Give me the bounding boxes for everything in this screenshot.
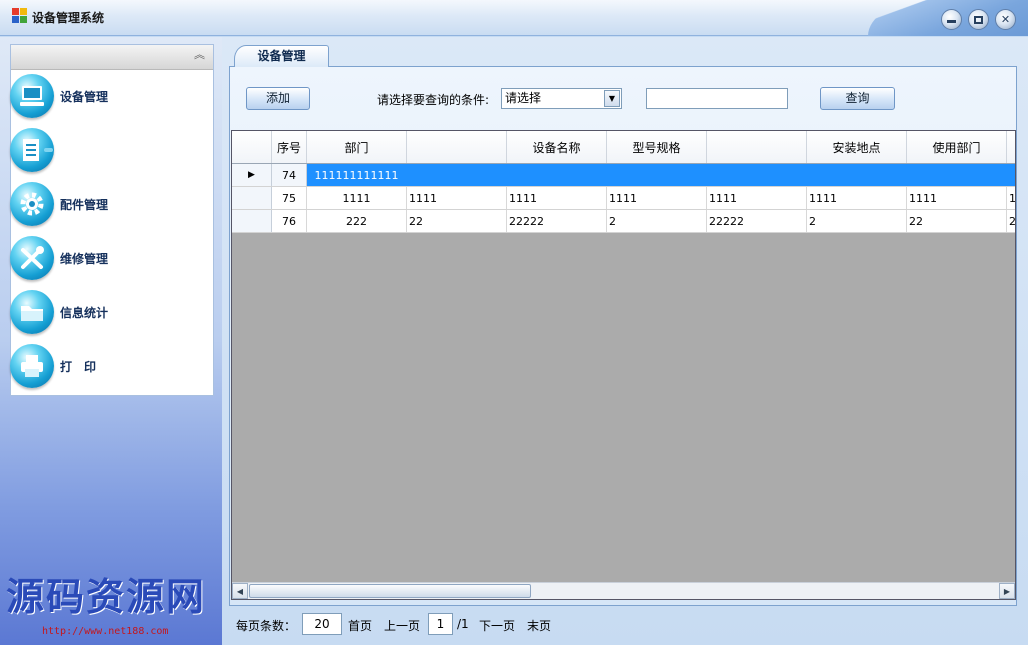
grid-header: 序号 部门 设备名称 型号规格 安装地点 使用部门: [232, 131, 1015, 164]
close-button[interactable]: ✕: [995, 9, 1016, 30]
row-selector-icon[interactable]: ▶: [232, 164, 272, 186]
table-cell[interactable]: [407, 164, 507, 186]
scroll-left-icon[interactable]: ◀: [232, 583, 248, 599]
sidebar-item-label: 设备管理: [60, 89, 109, 104]
prev-page-link[interactable]: 上一页: [384, 617, 420, 634]
table-cell[interactable]: [707, 164, 807, 186]
column-header[interactable]: 安装地点: [807, 131, 907, 163]
sidebar-item-document[interactable]: [10, 126, 200, 174]
scroll-right-icon[interactable]: ▶: [999, 583, 1015, 599]
grid-corner: [232, 131, 272, 163]
table-cell[interactable]: 2: [1007, 210, 1015, 232]
table-cell[interactable]: [807, 164, 907, 186]
table-cell[interactable]: 1111: [507, 187, 607, 209]
sidebar-item-label: 信息统计: [60, 305, 109, 320]
condition-select-value: 请选择: [505, 91, 542, 105]
maximize-icon: [974, 15, 983, 24]
table-cell[interactable]: 1111: [607, 187, 707, 209]
table-cell[interactable]: 1111: [807, 187, 907, 209]
table-row[interactable]: 76 222 22 22222 2 22222 2 22 2: [232, 210, 1015, 233]
last-page-link[interactable]: 末页: [527, 617, 551, 634]
folder-icon: [10, 290, 54, 334]
table-cell[interactable]: 76: [272, 210, 307, 232]
table-cell[interactable]: [1007, 164, 1015, 186]
sidebar-item-parts-management[interactable]: 配件管理: [10, 180, 200, 228]
data-grid[interactable]: 序号 部门 设备名称 型号规格 安装地点 使用部门 ▶ 74 111111111…: [231, 130, 1016, 600]
gear-icon: [10, 182, 54, 226]
column-header[interactable]: [407, 131, 507, 163]
dropdown-arrow-icon[interactable]: ▼: [604, 90, 620, 107]
table-row[interactable]: 75 1111 1111 1111 1111 1111 1111 1111 1: [232, 187, 1015, 210]
scrollbar-thumb[interactable]: [249, 584, 531, 598]
table-cell[interactable]: 1: [1007, 187, 1015, 209]
column-header[interactable]: 序号: [272, 131, 307, 163]
watermark-url: http://www.net188.com: [42, 626, 169, 637]
document-icon: [10, 128, 54, 172]
column-header[interactable]: [707, 131, 807, 163]
next-page-link[interactable]: 下一页: [479, 617, 515, 634]
row-selector[interactable]: [232, 210, 272, 232]
sidebar-item-label: 维修管理: [60, 251, 109, 266]
close-icon: ✕: [1000, 13, 1011, 26]
table-cell[interactable]: 22222: [507, 210, 607, 232]
column-header[interactable]: 部门: [307, 131, 407, 163]
table-cell[interactable]: 22222: [707, 210, 807, 232]
sidebar-item-print[interactable]: 打 印: [10, 342, 200, 390]
horizontal-scrollbar[interactable]: ◀ ▶: [232, 582, 1015, 599]
search-input[interactable]: [646, 88, 788, 109]
column-header[interactable]: 型号规格: [607, 131, 707, 163]
table-cell[interactable]: 74: [272, 164, 307, 186]
table-cell[interactable]: 2: [607, 210, 707, 232]
computer-icon: [10, 74, 54, 118]
per-page-input[interactable]: 20: [302, 613, 342, 635]
sidebar-item-label: 打 印: [60, 359, 97, 374]
table-cell[interactable]: 75: [272, 187, 307, 209]
sidebar-header: ︽: [11, 45, 213, 70]
table-cell[interactable]: [607, 164, 707, 186]
printer-icon: [10, 344, 54, 388]
minimize-button[interactable]: [941, 9, 962, 30]
first-page-link[interactable]: 首页: [348, 617, 372, 634]
table-row[interactable]: ▶ 74 111111111111: [232, 164, 1015, 187]
title-bar: 设备管理系统 ✕: [0, 0, 1028, 36]
sidebar-item-repair-management[interactable]: 维修管理: [10, 234, 200, 282]
table-cell[interactable]: [507, 164, 607, 186]
table-cell[interactable]: 22: [407, 210, 507, 232]
sidebar-item-label: 配件管理: [60, 197, 109, 212]
table-cell[interactable]: [907, 164, 1007, 186]
total-pages-label: /1: [457, 617, 469, 631]
condition-label: 请选择要查询的条件:: [377, 93, 490, 107]
window-title: 设备管理系统: [32, 11, 105, 25]
column-header[interactable]: 使用部门: [907, 131, 1007, 163]
add-button[interactable]: 添加: [246, 87, 310, 110]
sidebar-item-statistics[interactable]: 信息统计: [10, 288, 200, 336]
table-cell[interactable]: 1111: [407, 187, 507, 209]
tab-device-management[interactable]: 设备管理: [234, 45, 329, 67]
table-cell[interactable]: 1111: [307, 187, 407, 209]
app-icon: [12, 8, 28, 24]
table-cell[interactable]: 1111: [707, 187, 807, 209]
table-cell[interactable]: 111111111111: [307, 164, 407, 186]
table-cell[interactable]: 22: [907, 210, 1007, 232]
table-cell[interactable]: 222: [307, 210, 407, 232]
column-header[interactable]: 设备名称: [507, 131, 607, 163]
search-button[interactable]: 查询: [820, 87, 895, 110]
maximize-button[interactable]: [968, 9, 989, 30]
collapse-icon[interactable]: ︽: [194, 49, 205, 60]
per-page-label: 每页条数：: [236, 619, 297, 633]
minimize-icon: [947, 20, 956, 23]
condition-select[interactable]: 请选择 ▼: [501, 88, 622, 109]
watermark-logo: 源码资源网: [6, 575, 207, 619]
current-page-input[interactable]: 1: [428, 613, 453, 635]
table-cell[interactable]: 2: [807, 210, 907, 232]
tools-icon: [10, 236, 54, 280]
table-cell[interactable]: 1111: [907, 187, 1007, 209]
sidebar-item-device-management[interactable]: 设备管理: [10, 72, 200, 120]
row-selector[interactable]: [232, 187, 272, 209]
